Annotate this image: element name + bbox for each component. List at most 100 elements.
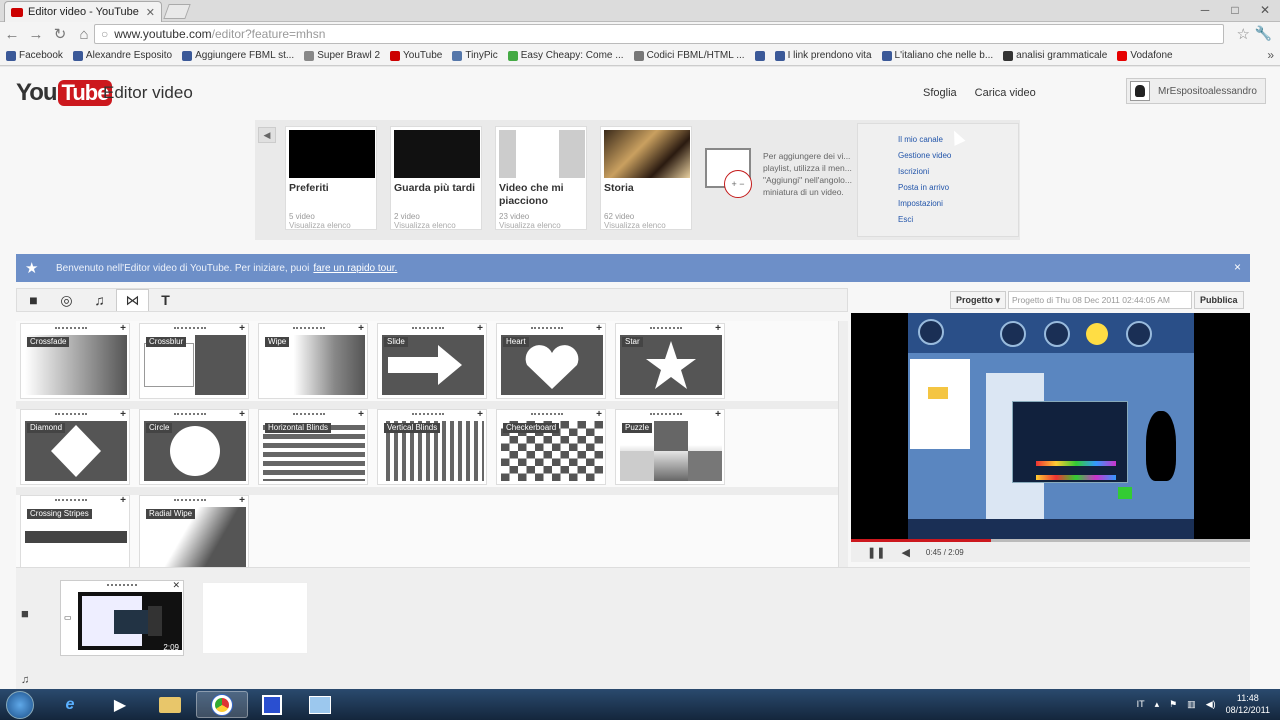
music-icon[interactable]: ♫ (83, 289, 116, 311)
add-transition-icon[interactable]: + (715, 409, 721, 420)
bookmark-item[interactable]: Facebook (6, 50, 63, 61)
bookmark-item[interactable]: analisi grammaticale (1003, 50, 1107, 61)
new-tab-button[interactable] (163, 4, 191, 19)
add-transition-icon[interactable]: + (239, 323, 245, 334)
add-transition-icon[interactable]: + (358, 409, 364, 420)
transition-card[interactable]: + Diamond (20, 409, 130, 485)
back-arrow-icon[interactable]: ← (0, 26, 24, 43)
add-transition-icon[interactable]: + (596, 409, 602, 420)
app-icon[interactable] (246, 691, 298, 718)
home-icon[interactable]: ⌂ (72, 26, 96, 43)
transition-card[interactable]: + Slide (377, 323, 487, 399)
text-icon[interactable]: T (149, 289, 182, 311)
forward-arrow-icon[interactable]: → (24, 26, 48, 43)
bookmark-item[interactable]: Easy Cheapy: Come ... (507, 50, 624, 61)
playlist-view-link[interactable]: Visualizza elenco (499, 221, 583, 230)
user-menu-item[interactable]: Posta in arrivo (898, 183, 1018, 199)
transition-card[interactable]: + Radial Wipe (139, 495, 249, 571)
user-menu-button[interactable]: MrEspositoalessandro (1126, 78, 1266, 104)
add-transition-icon[interactable]: + (120, 409, 126, 420)
tray-expand-icon[interactable]: ▴ (1155, 699, 1160, 710)
drag-handle[interactable] (107, 584, 137, 586)
drag-handle[interactable] (650, 413, 682, 416)
close-window-icon[interactable]: ✕ (1250, 0, 1280, 20)
drag-handle[interactable] (55, 327, 87, 330)
drag-handle[interactable] (531, 413, 563, 416)
add-transition-icon[interactable]: + (120, 323, 126, 334)
video-camera-icon[interactable]: ■ (17, 289, 50, 311)
empty-clip-slot[interactable] (202, 582, 308, 654)
playlist-view-link[interactable]: Visualizza elenco (289, 221, 373, 230)
transition-card[interactable]: + Heart (496, 323, 606, 399)
transition-card[interactable]: + Crossfade (20, 323, 130, 399)
youtube-logo[interactable]: You Tube (16, 79, 113, 107)
playlist-card[interactable]: Storia 62 video Visualizza elenco (600, 126, 692, 230)
volume-tray-icon[interactable]: ◀) (1206, 699, 1216, 710)
drag-handle[interactable] (531, 327, 563, 330)
playlist-card[interactable]: Preferiti 5 video Visualizza elenco (285, 126, 377, 230)
drag-handle[interactable] (412, 327, 444, 330)
bookmark-item[interactable]: L'italiano che nelle b... (881, 50, 993, 61)
transition-card[interactable]: + Wipe (258, 323, 368, 399)
browse-link[interactable]: Sfoglia (923, 87, 957, 99)
volume-icon[interactable]: ◀ (901, 546, 909, 559)
drag-handle[interactable] (174, 327, 206, 330)
project-menu-button[interactable]: Progetto ▾ (950, 291, 1007, 309)
user-menu-item[interactable]: Gestione video (898, 151, 1018, 167)
drag-handle[interactable] (293, 327, 325, 330)
transition-card[interactable]: + Checkerboard (496, 409, 606, 485)
network-icon[interactable]: ▥ (1187, 699, 1196, 710)
upload-link[interactable]: Carica video (975, 87, 1036, 99)
bookmark-item[interactable]: Alexandre Esposito (72, 50, 172, 61)
add-transition-icon[interactable]: + (239, 409, 245, 420)
bookmark-item[interactable]: TinyPic (452, 50, 498, 61)
start-button[interactable] (6, 691, 34, 719)
system-clock[interactable]: 11:48 08/12/2011 (1226, 692, 1270, 716)
add-transition-icon[interactable]: + (596, 323, 602, 334)
window-app-icon[interactable] (294, 691, 346, 718)
playlist-view-link[interactable]: Visualizza elenco (604, 221, 688, 230)
drag-handle[interactable] (55, 499, 87, 502)
drag-handle[interactable] (412, 413, 444, 416)
address-bar[interactable]: ○ www.youtube.com/editor?feature=mhsn (94, 24, 1224, 44)
close-tab-icon[interactable]: ✕ (146, 6, 155, 19)
chrome-icon[interactable] (196, 691, 248, 718)
remove-clip-icon[interactable]: ✕ (172, 580, 180, 591)
user-menu-item[interactable]: Esci (898, 215, 1018, 231)
add-transition-icon[interactable]: + (120, 495, 126, 506)
bookmark-item[interactable]: Codici FBML/HTML ... (633, 50, 745, 61)
browser-tab[interactable]: Editor video - YouTube ✕ (4, 1, 162, 22)
add-playlist-icon[interactable]: + − (724, 170, 752, 198)
bookmarks-overflow-icon[interactable]: » (1267, 48, 1274, 62)
drag-handle[interactable] (55, 413, 87, 416)
language-indicator[interactable]: IT (1137, 699, 1145, 709)
tour-link[interactable]: fare un rapido tour. (313, 263, 397, 274)
drag-handle[interactable] (174, 413, 206, 416)
drag-handle[interactable] (293, 413, 325, 416)
wrench-icon[interactable]: 🔧 (1255, 25, 1272, 42)
transition-card[interactable]: + Star (615, 323, 725, 399)
user-menu-item[interactable]: Impostazioni (898, 199, 1018, 215)
playlists-prev-arrow-icon[interactable]: ◀ (258, 127, 276, 143)
transition-card[interactable]: + Vertical Blinds (377, 409, 487, 485)
maximize-icon[interactable]: □ (1220, 0, 1250, 20)
media-player-icon[interactable]: ▶ (94, 691, 146, 718)
explorer-icon[interactable] (144, 691, 196, 718)
transition-card[interactable]: + Circle (139, 409, 249, 485)
flag-icon[interactable]: ⚑ (1169, 699, 1177, 710)
bookmark-item[interactable]: Vodafone (1117, 50, 1173, 61)
add-transition-icon[interactable]: + (477, 409, 483, 420)
close-banner-icon[interactable]: × (1234, 260, 1241, 274)
bookmark-item[interactable]: Aggiungere FBML st... (182, 50, 294, 61)
transition-card[interactable]: + Horizontal Blinds (258, 409, 368, 485)
bookmark-star-icon[interactable]: ☆ (1237, 25, 1250, 43)
cc-icon[interactable]: ◎ (50, 289, 83, 311)
playlist-card[interactable]: Guarda più tardi 2 video Visualizza elenco (390, 126, 482, 230)
transition-card[interactable]: + Crossing Stripes (20, 495, 130, 571)
project-name-input[interactable]: Progetto di Thu 08 Dec 2011 02:44:05 AM (1008, 291, 1193, 309)
bookmark-item[interactable] (754, 50, 765, 61)
add-transition-icon[interactable]: + (477, 323, 483, 334)
video-preview[interactable] (851, 313, 1250, 539)
minimize-icon[interactable]: ─ (1190, 0, 1220, 20)
bookmark-item[interactable]: I link prendono vita (774, 50, 872, 61)
